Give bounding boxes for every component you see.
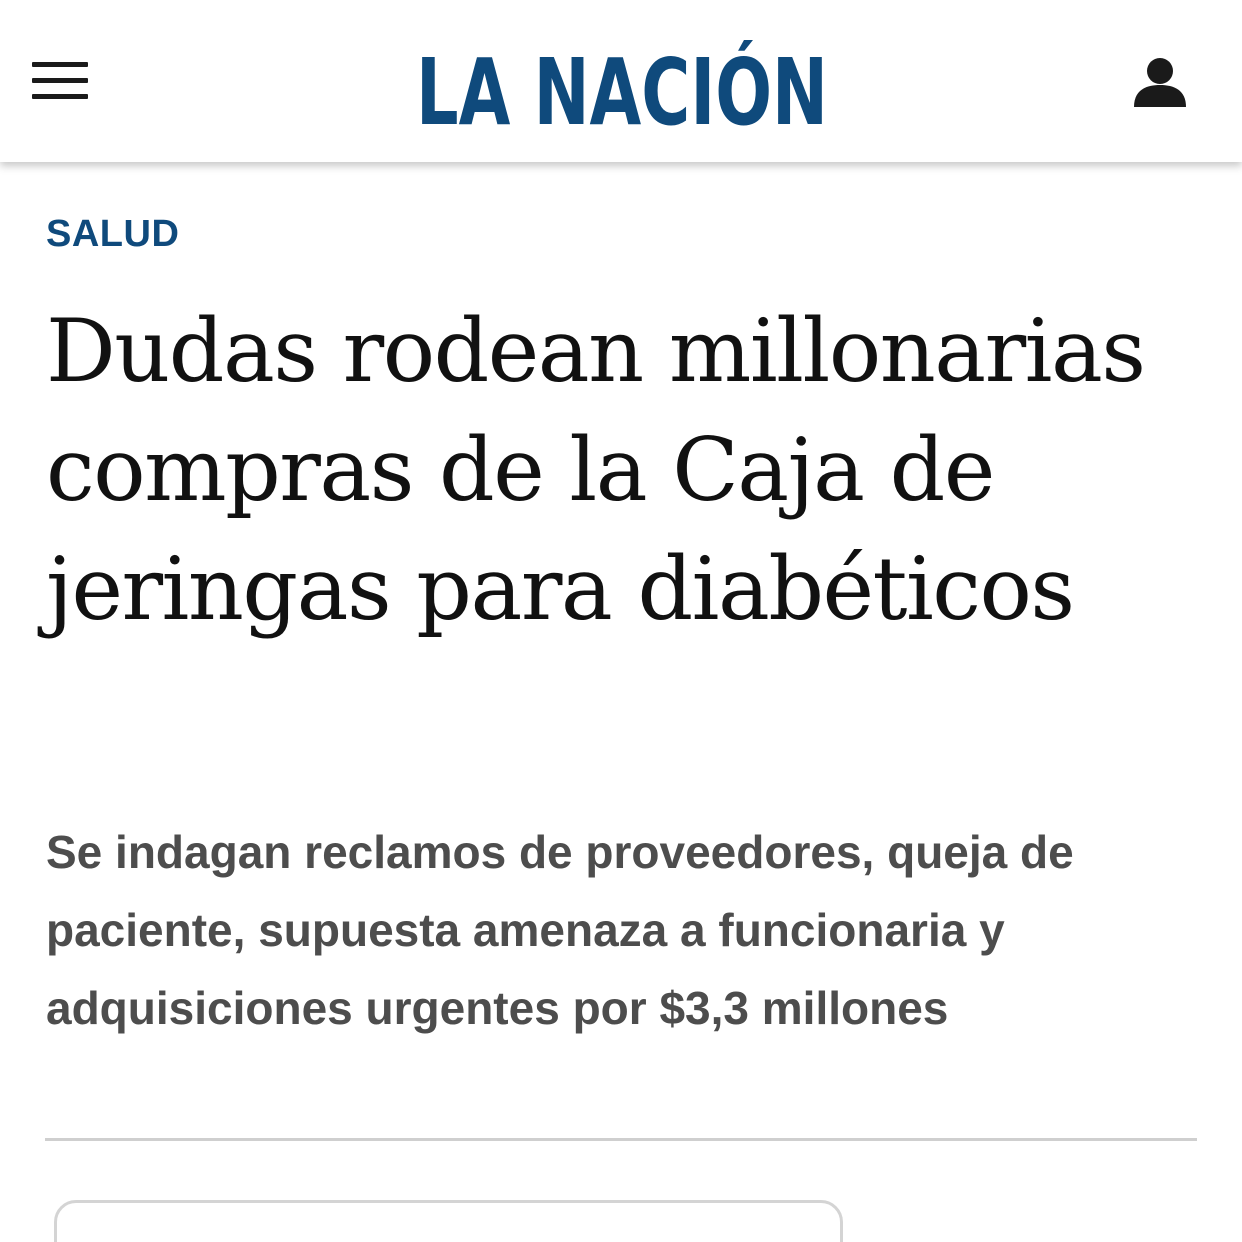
top-navigation-bar: LA NACIÓN	[0, 0, 1242, 162]
user-account-icon[interactable]	[1132, 56, 1188, 110]
menu-line	[32, 78, 88, 83]
user-silhouette-icon	[1134, 58, 1186, 107]
section-label[interactable]: SALUD	[46, 212, 179, 256]
article-headline: Dudas rodean millonarias compras de la C…	[46, 300, 1146, 640]
hamburger-menu-icon[interactable]	[32, 62, 88, 102]
logo-text: LA NACIÓN	[416, 40, 828, 128]
divider	[45, 1138, 1197, 1141]
la-nacion-logo-wordmark: LA NACIÓN	[416, 40, 828, 128]
la-nacion-logo[interactable]: LA NACIÓN	[414, 40, 830, 128]
article-subheadline: Se indagan reclamos de proveedores, quej…	[46, 826, 1074, 1034]
menu-line	[32, 62, 88, 67]
content-card	[54, 1200, 843, 1242]
menu-line	[32, 94, 88, 99]
